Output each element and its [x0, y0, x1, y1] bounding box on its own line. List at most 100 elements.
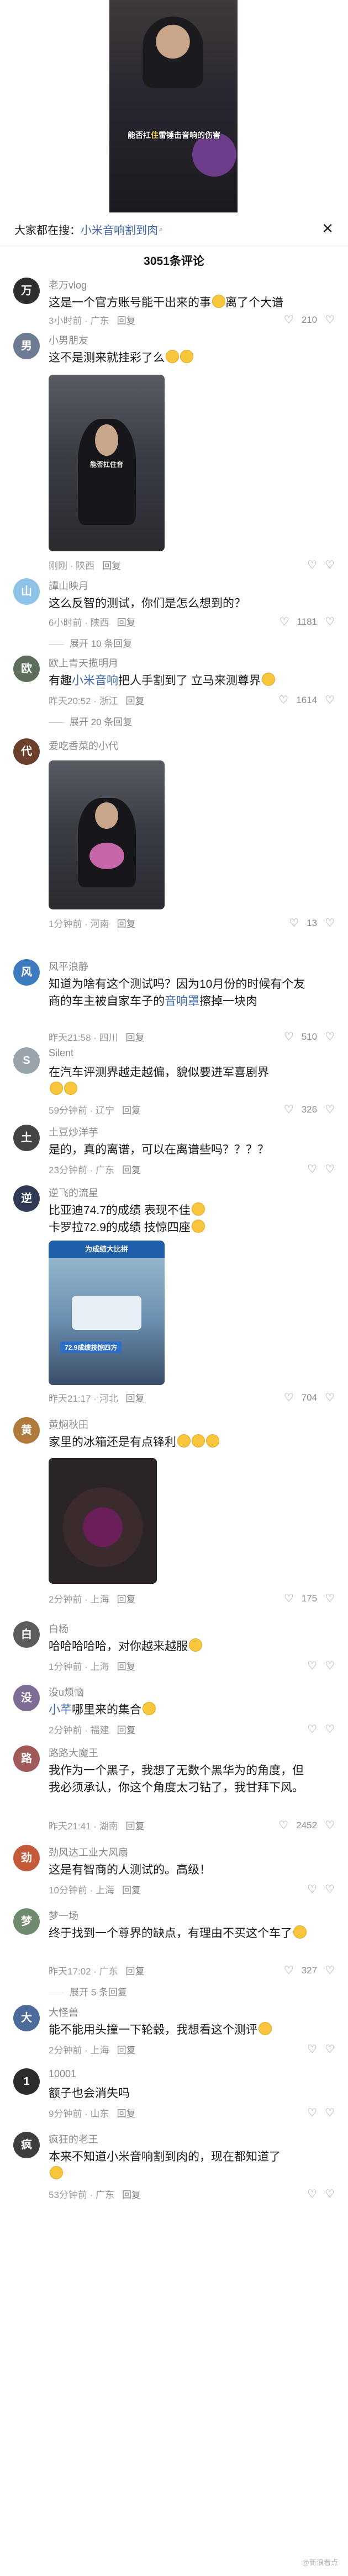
- comment-username[interactable]: 大怪兽: [49, 2005, 78, 2019]
- comment-username[interactable]: 小男朋友: [49, 333, 88, 347]
- reply-button[interactable]: 回复: [117, 919, 136, 929]
- reply-button[interactable]: 回复: [117, 1725, 136, 1736]
- comment-username[interactable]: 白杨: [49, 1621, 68, 1636]
- reply-button[interactable]: 回复: [117, 618, 136, 628]
- search-term-link[interactable]: 小米音响割到肉: [81, 221, 158, 237]
- like-icon[interactable]: ♡: [307, 2106, 317, 2120]
- dislike-icon[interactable]: ♡: [325, 615, 335, 629]
- comment-username[interactable]: 劲风达工业大风扇: [49, 1845, 128, 1859]
- like-icon[interactable]: ♡: [307, 1162, 317, 1176]
- reply-button[interactable]: 回复: [126, 1032, 145, 1043]
- avatar[interactable]: 白: [13, 1621, 40, 1648]
- comment-username[interactable]: 欧上青天揽明月: [49, 656, 118, 670]
- dislike-icon[interactable]: ♡: [325, 1391, 335, 1404]
- avatar[interactable]: 梦: [13, 1908, 40, 1935]
- reply-button[interactable]: 回复: [102, 561, 121, 571]
- dislike-icon[interactable]: ♡: [325, 1592, 335, 1605]
- dislike-icon[interactable]: ♡: [325, 1963, 335, 1977]
- keyword-link[interactable]: 小米音响: [72, 674, 118, 687]
- like-icon[interactable]: ♡: [284, 313, 294, 327]
- avatar[interactable]: 逆: [13, 1185, 40, 1212]
- reply-button[interactable]: 回复: [126, 1821, 145, 1832]
- reply-button[interactable]: 回复: [122, 1885, 141, 1896]
- like-icon[interactable]: ♡: [289, 916, 299, 930]
- like-icon[interactable]: ♡: [307, 2042, 317, 2056]
- avatar[interactable]: 男: [13, 333, 40, 359]
- avatar[interactable]: 风: [13, 959, 40, 986]
- comment-username[interactable]: 梦一场: [49, 1908, 78, 1923]
- comment-image[interactable]: 为成绩大比拼 72.9成绩技惊四方: [49, 1241, 165, 1385]
- dislike-icon[interactable]: ♡: [325, 313, 335, 327]
- search-icon[interactable]: ⌕: [159, 225, 163, 233]
- avatar[interactable]: 劲: [13, 1845, 40, 1871]
- dislike-icon[interactable]: ♡: [325, 1818, 335, 1832]
- reply-button[interactable]: 回复: [117, 1662, 136, 1672]
- avatar[interactable]: S: [13, 1047, 40, 1074]
- reply-button[interactable]: 回复: [117, 316, 136, 326]
- avatar[interactable]: 路: [13, 1745, 40, 1772]
- dislike-icon[interactable]: ♡: [325, 1162, 335, 1176]
- comment-username[interactable]: 风平浪静: [49, 959, 88, 973]
- reply-button[interactable]: 回复: [126, 1966, 145, 1977]
- comment-username[interactable]: Silent: [49, 1047, 73, 1059]
- comment-username[interactable]: 譚山映月: [49, 578, 88, 593]
- reply-button[interactable]: 回复: [122, 1165, 141, 1175]
- dislike-icon[interactable]: ♡: [325, 2106, 335, 2120]
- comment-username[interactable]: 爱吃香菜的小代: [49, 738, 118, 753]
- like-icon[interactable]: ♡: [307, 2187, 317, 2201]
- video-frame[interactable]: 能否扛住雷锤击音响的伤害: [109, 0, 238, 212]
- expand-replies-button[interactable]: 展开 10 条回复: [49, 636, 132, 650]
- close-icon[interactable]: ✕: [321, 221, 334, 236]
- avatar[interactable]: 欧: [13, 656, 40, 682]
- video-preview[interactable]: 能否扛住雷锤击音响的伤害: [0, 0, 348, 212]
- reply-button[interactable]: 回复: [126, 1393, 145, 1404]
- comment-image[interactable]: [49, 1458, 157, 1584]
- like-icon[interactable]: ♡: [284, 1391, 294, 1404]
- dislike-icon[interactable]: ♡: [325, 916, 335, 930]
- dislike-icon[interactable]: ♡: [325, 1722, 335, 1736]
- comment-username[interactable]: 路路大魔王: [49, 1745, 98, 1760]
- dislike-icon[interactable]: ♡: [325, 1882, 335, 1896]
- dislike-icon[interactable]: ♡: [325, 1103, 335, 1116]
- like-icon[interactable]: ♡: [284, 1592, 294, 1605]
- reply-button[interactable]: 回复: [117, 1594, 136, 1605]
- avatar[interactable]: 1: [13, 2068, 40, 2095]
- comment-username[interactable]: 黄焖秋田: [49, 1417, 88, 1431]
- avatar[interactable]: 万: [13, 278, 40, 304]
- comment-username[interactable]: 老万vlog: [49, 278, 87, 292]
- dislike-icon[interactable]: ♡: [325, 558, 335, 572]
- like-icon[interactable]: ♡: [280, 615, 289, 629]
- avatar[interactable]: 大: [13, 2005, 40, 2031]
- comment-username[interactable]: 疯狂的老王: [49, 2132, 98, 2146]
- reply-button[interactable]: 回复: [122, 1105, 141, 1116]
- like-icon[interactable]: ♡: [278, 1818, 288, 1832]
- avatar[interactable]: 没: [13, 1685, 40, 1711]
- comment-image[interactable]: [49, 760, 165, 909]
- dislike-icon[interactable]: ♡: [325, 2042, 335, 2056]
- reply-button[interactable]: 回复: [117, 2109, 136, 2119]
- dislike-icon[interactable]: ♡: [325, 1659, 335, 1673]
- like-icon[interactable]: ♡: [284, 1030, 294, 1044]
- keyword-link[interactable]: 音响罩: [165, 995, 199, 1008]
- dislike-icon[interactable]: ♡: [325, 1030, 335, 1044]
- dislike-icon[interactable]: ♡: [325, 2187, 335, 2201]
- comment-image[interactable]: 能否扛住音: [49, 375, 165, 551]
- reply-button[interactable]: 回复: [126, 696, 145, 706]
- like-icon[interactable]: ♡: [284, 1103, 294, 1116]
- avatar[interactable]: 代: [13, 738, 40, 765]
- reply-button[interactable]: 回复: [117, 2045, 136, 2056]
- keyword-link[interactable]: 小芊: [49, 1704, 72, 1716]
- like-icon[interactable]: ♡: [307, 1659, 317, 1673]
- comment-username[interactable]: 逆飞的流星: [49, 1185, 98, 1200]
- like-icon[interactable]: ♡: [307, 558, 317, 572]
- avatar[interactable]: 土: [13, 1125, 40, 1151]
- comment-username[interactable]: 没u烦恼: [49, 1685, 84, 1699]
- like-icon[interactable]: ♡: [307, 1882, 317, 1896]
- like-icon[interactable]: ♡: [284, 1963, 294, 1977]
- comment-username[interactable]: 10001: [49, 2068, 76, 2080]
- like-icon[interactable]: ♡: [278, 693, 288, 707]
- expand-replies-button[interactable]: 展开 20 条回复: [49, 714, 132, 728]
- reply-button[interactable]: 回复: [122, 2190, 141, 2200]
- expand-replies-button[interactable]: 展开 5 条回复: [49, 1984, 127, 1998]
- comment-username[interactable]: 土豆炒洋芋: [49, 1125, 98, 1139]
